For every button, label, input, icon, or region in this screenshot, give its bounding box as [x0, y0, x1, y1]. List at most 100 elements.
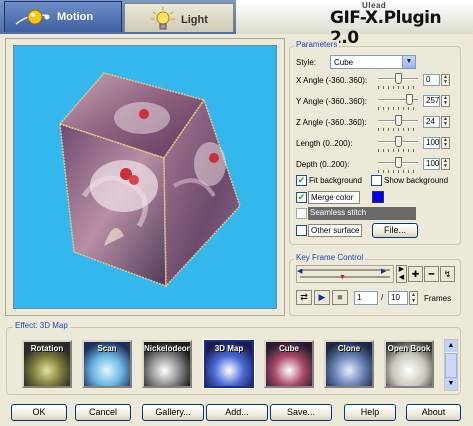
merge-color-swatch[interactable] — [372, 191, 384, 203]
slider-row-z-angle: Z Angle (-360..360): 24 ▲ ▼ — [290, 114, 462, 132]
y-angle-input[interactable]: 257 — [423, 95, 440, 107]
timeline-slider[interactable]: ◀ ▶ ▼ — [296, 265, 394, 283]
gallery-button[interactable]: Gallery... — [142, 404, 204, 421]
length-slider[interactable] — [378, 135, 418, 153]
depth-input[interactable]: 100 — [423, 158, 440, 170]
chevron-down-icon[interactable]: ▼ — [402, 56, 415, 68]
tab-motion-label: Motion — [57, 11, 94, 23]
effect-open-book[interactable]: Open Book — [384, 340, 434, 388]
slider-thumb[interactable] — [395, 157, 402, 168]
effect-scan-label: Scan — [97, 344, 117, 353]
style-select-value: Cube — [334, 58, 354, 67]
effect-cube-label: Cube — [279, 344, 299, 353]
y-angle-slider[interactable] — [378, 93, 418, 111]
slider-thumb[interactable] — [406, 94, 413, 105]
current-frame-input[interactable]: 1 — [354, 291, 378, 305]
effect-nickelodeon[interactable]: Nickelodeon — [142, 340, 192, 388]
lightbulb-icon — [151, 7, 175, 30]
x-angle-label: X Angle (-360..360): — [296, 76, 368, 85]
length-label: Length (0..200): — [296, 139, 353, 148]
length-spinner[interactable]: ▲ ▼ — [441, 137, 450, 149]
y-angle-spinner[interactable]: ▲ ▼ — [441, 95, 450, 107]
effect-rotation[interactable]: Rotation — [22, 340, 72, 388]
y-angle-label: Y Angle (-360..360): — [296, 97, 368, 106]
add-keyframe-icon[interactable]: ✚ — [408, 266, 423, 282]
fit-background-label: Fit background — [309, 176, 362, 185]
total-frames-spinner[interactable]: ▲ ▼ — [409, 291, 418, 305]
scroll-up-icon[interactable]: ▲ — [445, 340, 457, 352]
cancel-button[interactable]: Cancel — [75, 404, 131, 421]
effect-3d-map[interactable]: 3D Map — [203, 339, 255, 389]
save-button[interactable]: Save... — [270, 404, 332, 421]
help-button[interactable]: Help — [344, 404, 396, 421]
merge-color-label-box: Merge color — [308, 191, 360, 204]
seamless-stitch-checkbox[interactable] — [296, 208, 307, 219]
reverse-keyframe-icon[interactable]: ↯ — [440, 266, 455, 282]
depth-slider[interactable] — [378, 156, 418, 174]
slider-row-depth: Depth (0..200): 100 ▲ ▼ — [290, 156, 462, 174]
file-button[interactable]: File... — [372, 223, 418, 238]
frames-label: Frames — [424, 294, 452, 303]
effect-clone[interactable]: Clone — [324, 340, 374, 388]
current-frame-marker-icon[interactable]: ▼ — [339, 274, 346, 281]
z-angle-spinner[interactable]: ▲ ▼ — [441, 116, 450, 128]
x-angle-slider[interactable] — [378, 72, 418, 90]
ok-button[interactable]: OK — [11, 404, 67, 421]
tab-light[interactable]: Light — [124, 3, 234, 32]
seamless-stitch-label: Seamless stitch — [310, 208, 367, 217]
effect-cube[interactable]: Cube — [264, 340, 314, 388]
about-button[interactable]: About — [406, 404, 461, 421]
scroll-down-icon[interactable]: ▼ — [445, 378, 457, 390]
brand-title: GIF-X.Plugin 2.0 — [330, 8, 442, 48]
merge-color-checkbox[interactable]: ✔ — [296, 192, 307, 203]
frame-separator: / — [381, 293, 384, 302]
effect-rotation-label: Rotation — [30, 344, 64, 353]
effect-scan[interactable]: Scan — [82, 340, 132, 388]
effect-clone-label: Clone — [337, 344, 361, 353]
other-surface-label: Other surface — [311, 226, 360, 235]
parameters-title: Parameters — [294, 40, 340, 49]
scroll-thumb[interactable] — [445, 353, 457, 378]
other-surface-checkbox[interactable] — [296, 225, 307, 236]
slider-row-length: Length (0..200): 100 ▲ ▼ — [290, 135, 462, 153]
keyframe-start-marker-icon[interactable]: ◀ — [297, 267, 302, 275]
show-background-checkbox[interactable] — [371, 175, 382, 186]
merge-color-label: Merge color — [311, 193, 354, 202]
stop-icon[interactable]: ■ — [332, 290, 348, 305]
slider-thumb[interactable] — [395, 73, 402, 84]
fit-background-checkbox[interactable]: ✔ — [296, 175, 307, 186]
slider-thumb[interactable] — [395, 115, 402, 126]
depth-spinner[interactable]: ▲ ▼ — [441, 158, 450, 170]
other-surface-label-box: Other surface — [308, 224, 362, 237]
preview-canvas[interactable] — [13, 45, 277, 309]
total-frames-input[interactable]: 10 — [388, 291, 408, 305]
slider-row-y-angle: Y Angle (-360..360): 257 ▲ ▼ — [290, 93, 462, 111]
cube-preview-image — [58, 72, 241, 288]
keyframe-end-marker-icon[interactable]: ▶ — [381, 267, 386, 275]
z-angle-slider[interactable] — [378, 114, 418, 132]
add-button[interactable]: Add... — [206, 404, 268, 421]
x-angle-input[interactable]: 0 — [423, 74, 440, 86]
effect-3d-map-label: 3D Map — [214, 344, 244, 353]
slider-thumb[interactable] — [395, 136, 402, 147]
effect-nickelodeon-label: Nickelodeon — [144, 344, 192, 353]
depth-label: Depth (0..200): — [296, 160, 350, 169]
show-background-label: Show background — [384, 176, 449, 185]
loop-icon[interactable]: ⇄ — [296, 290, 312, 305]
effects-title: Effect: 3D Map — [13, 321, 70, 330]
slider-row-x-angle: X Angle (-360..360): 0 ▲ ▼ — [290, 72, 462, 90]
motion-icon — [15, 9, 50, 25]
z-angle-input[interactable]: 24 — [423, 116, 440, 128]
timeline-nav-icon[interactable]: ▶ ◀ — [396, 265, 407, 283]
x-angle-spinner[interactable]: ▲ ▼ — [441, 74, 450, 86]
length-input[interactable]: 100 — [423, 137, 440, 149]
style-select[interactable]: Cube ▼ — [330, 55, 416, 69]
tab-motion[interactable]: Motion — [4, 1, 122, 32]
z-angle-label: Z Angle (-360..360): — [296, 118, 367, 127]
effects-scrollbar[interactable]: ▲ ▼ — [444, 339, 458, 391]
effect-open-book-label: Open Book — [387, 344, 431, 353]
style-label: Style: — [296, 58, 317, 67]
play-icon[interactable]: ▶ — [314, 290, 330, 305]
keyframe-title: Key Frame Control — [294, 253, 366, 262]
remove-keyframe-icon[interactable]: ━ — [424, 266, 439, 282]
